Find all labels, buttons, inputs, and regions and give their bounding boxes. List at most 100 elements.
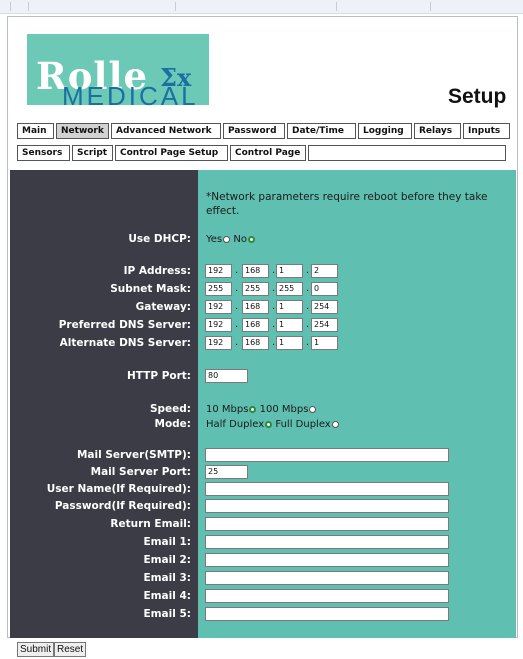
speed-100-radio[interactable]: [309, 405, 317, 413]
ip-address-octet-2[interactable]: 168: [242, 264, 269, 278]
subnet-mask-octet-1[interactable]: 255: [205, 282, 232, 296]
octet-separator: .: [272, 283, 276, 294]
alternate-dns-octet-2[interactable]: 168: [242, 336, 269, 350]
mail-port-label: Mail Server Port:: [90, 466, 191, 478]
email-5-label: Email 5:: [143, 608, 191, 620]
user-name-input[interactable]: [205, 482, 449, 496]
strip-divider: [336, 2, 337, 11]
speed-10-label: 10 Mbps: [206, 404, 249, 415]
octet-separator: .: [235, 283, 239, 294]
preferred-dns-octet-4[interactable]: 254: [311, 318, 338, 332]
speed-10-radio[interactable]: [249, 405, 257, 413]
octet-separator: .: [272, 301, 276, 312]
reset-button[interactable]: Reset: [54, 642, 87, 657]
full-duplex-label: Full Duplex: [275, 419, 331, 430]
ip-address-octet-3[interactable]: 1: [276, 264, 303, 278]
preferred-dns-label: Preferred DNS Server:: [58, 319, 191, 331]
tab-date-time[interactable]: Date/Time: [287, 123, 356, 139]
dhcp-no-radio[interactable]: [247, 235, 255, 243]
ip-address-label: IP Address:: [123, 265, 191, 277]
gateway-octet-3[interactable]: 1: [276, 300, 303, 314]
mode-label: Mode:: [154, 418, 192, 430]
dhcp-no-label: No: [233, 234, 247, 245]
browser-top-strip: [0, 0, 523, 14]
preferred-dns-octet-2[interactable]: 168: [242, 318, 269, 332]
http-port-label: HTTP Port:: [126, 370, 191, 382]
strip-divider: [28, 2, 29, 11]
ip-address-octet-4[interactable]: 2: [311, 264, 338, 278]
alternate-dns-label: Alternate DNS Server:: [59, 337, 191, 349]
dhcp-yes-label: Yes: [206, 234, 223, 245]
strip-divider: [10, 2, 11, 11]
ip-address-octet-1[interactable]: 192: [205, 264, 232, 278]
return-email-input[interactable]: [205, 517, 449, 531]
alternate-dns-octet-4[interactable]: 1: [311, 336, 338, 350]
email-1-input[interactable]: [205, 535, 449, 549]
octet-separator: .: [235, 319, 239, 330]
strip-divider: [175, 2, 176, 11]
octet-separator: .: [306, 283, 310, 294]
dhcp-yes-radio[interactable]: [223, 235, 231, 243]
tab-sensors[interactable]: Sensors: [17, 145, 70, 161]
tab-blank-filler: [308, 145, 506, 161]
tab-control-page[interactable]: Control Page: [230, 145, 306, 161]
speed-options: 10 Mbps 100 Mbps: [206, 403, 317, 416]
submit-button[interactable]: Submit: [17, 642, 55, 657]
smtp-label: Mail Server(SMTP):: [76, 449, 191, 461]
email-1-label: Email 1:: [143, 536, 191, 548]
octet-separator: .: [272, 337, 276, 348]
email-4-input[interactable]: [205, 589, 449, 603]
octet-separator: .: [306, 265, 310, 276]
octet-separator: .: [306, 337, 310, 348]
tab-advanced-network[interactable]: Advanced Network: [111, 123, 221, 139]
speed-label: Speed:: [149, 403, 191, 415]
preferred-dns-octet-1[interactable]: 192: [205, 318, 232, 332]
alternate-dns-octet-1[interactable]: 192: [205, 336, 232, 350]
tab-inputs[interactable]: Inputs: [463, 123, 510, 139]
tab-control-page-setup[interactable]: Control Page Setup: [115, 145, 228, 161]
email-5-input[interactable]: [205, 607, 449, 621]
gateway-octet-2[interactable]: 168: [242, 300, 269, 314]
half-duplex-radio[interactable]: [265, 420, 273, 428]
subnet-mask-octet-2[interactable]: 255: [242, 282, 269, 296]
gateway-octet-4[interactable]: 254: [311, 300, 338, 314]
tab-network[interactable]: Network: [56, 123, 109, 139]
octet-separator: .: [272, 319, 276, 330]
tab-password[interactable]: Password: [223, 123, 285, 139]
gateway-label: Gateway:: [135, 301, 191, 313]
tab-main[interactable]: Main: [17, 123, 54, 139]
dhcp-options: Yes No: [206, 233, 255, 246]
mail-port-input[interactable]: 25: [205, 465, 248, 479]
mail-password-input[interactable]: [205, 499, 449, 513]
mode-options: Half Duplex Full Duplex: [206, 418, 339, 431]
tab-row-2: Sensors Script Control Page Setup Contro…: [17, 145, 506, 161]
preferred-dns-octet-3[interactable]: 1: [276, 318, 303, 332]
http-port-input[interactable]: 80: [205, 369, 248, 383]
subnet-mask-octet-4[interactable]: 0: [311, 282, 338, 296]
alternate-dns-octet-3[interactable]: 1: [276, 336, 303, 350]
octet-separator: .: [306, 319, 310, 330]
tab-script[interactable]: Script: [72, 145, 113, 161]
octet-separator: .: [235, 265, 239, 276]
half-duplex-label: Half Duplex: [206, 419, 265, 430]
email-3-input[interactable]: [205, 571, 449, 585]
dhcp-label: Use DHCP:: [128, 233, 191, 245]
smtp-input[interactable]: [205, 448, 449, 462]
octet-separator: .: [235, 337, 239, 348]
reboot-note: *Network parameters require reboot befor…: [206, 191, 488, 217]
tab-row-1: Main Network Advanced Network Password D…: [17, 123, 510, 139]
gateway-octet-1[interactable]: 192: [205, 300, 232, 314]
email-2-input[interactable]: [205, 553, 449, 567]
email-2-label: Email 2:: [143, 554, 191, 566]
email-3-label: Email 3:: [143, 572, 191, 584]
octet-separator: .: [306, 301, 310, 312]
octet-separator: .: [272, 265, 276, 276]
tab-logging[interactable]: Logging: [358, 123, 412, 139]
mail-password-label: Password(If Required):: [54, 500, 191, 512]
email-4-label: Email 4:: [143, 590, 191, 602]
subnet-mask-label: Subnet Mask:: [110, 283, 191, 295]
speed-100-label: 100 Mbps: [259, 404, 309, 415]
tab-relays[interactable]: Relays: [414, 123, 461, 139]
full-duplex-radio[interactable]: [331, 420, 339, 428]
subnet-mask-octet-3[interactable]: 255: [276, 282, 303, 296]
